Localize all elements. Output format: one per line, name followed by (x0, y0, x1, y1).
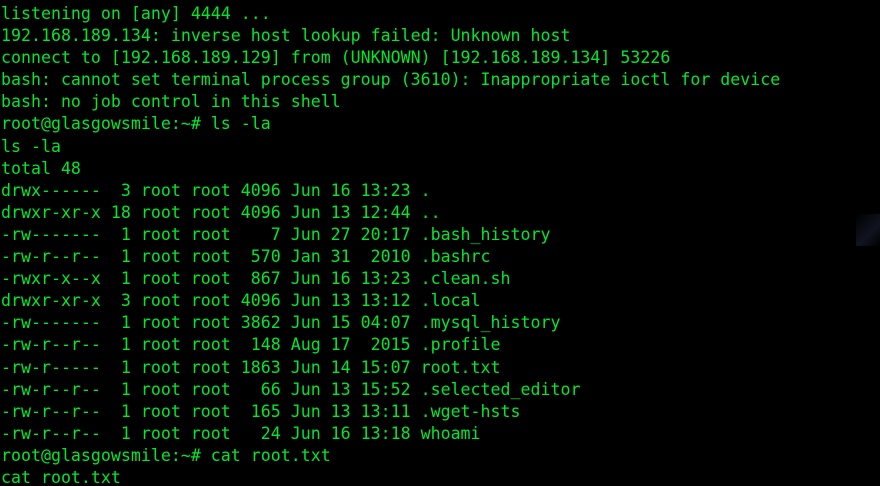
directory-listing-row: drwxr-xr-x 3 root root 4096 Jun 13 13:12… (1, 291, 481, 311)
directory-listing-row: -rw------- 1 root root 7 Jun 27 20:17 .b… (1, 224, 551, 244)
terminal-output: listening on [any] 4444 ... 192.168.189.… (1, 3, 780, 486)
background-decoration (856, 214, 880, 246)
directory-listing-row: -rw-r--r-- 1 root root 165 Jun 13 13:11 … (1, 401, 521, 421)
directory-listing-row: drwx------ 3 root root 4096 Jun 16 13:23… (1, 180, 431, 200)
terminal-line: bash: no job control in this shell (1, 92, 341, 112)
directory-listing-row: -rw-r--r-- 1 root root 24 Jun 16 13:18 w… (1, 423, 481, 443)
directory-listing-row: -rw-r----- 1 root root 1863 Jun 14 15:07… (1, 357, 501, 377)
terminal-line: total 48 (1, 158, 81, 178)
terminal-line: listening on [any] 4444 ... (1, 4, 271, 23)
directory-listing-row: -rw-r--r-- 1 root root 148 Aug 17 2015 .… (1, 335, 501, 355)
terminal-line: bash: cannot set terminal process group … (1, 70, 781, 90)
directory-listing-row: -rw-r--r-- 1 root root 66 Jun 13 15:52 .… (1, 379, 581, 399)
terminal-line: cat root.txt (1, 467, 121, 486)
terminal-line: ls -la (1, 136, 61, 156)
prompt-line: root@glasgowsmile:~# cat root.txt (1, 445, 331, 465)
prompt-line: root@glasgowsmile:~# ls -la (1, 114, 271, 134)
directory-listing-row: -rwxr-x--x 1 root root 867 Jun 16 13:23 … (1, 269, 511, 289)
directory-listing-row: drwxr-xr-x 18 root root 4096 Jun 13 12:4… (1, 202, 441, 222)
directory-listing-row: -rw------- 1 root root 3862 Jun 15 04:07… (1, 313, 561, 333)
terminal-line: 192.168.189.134: inverse host lookup fai… (1, 26, 571, 46)
terminal-window[interactable]: listening on [any] 4444 ... 192.168.189.… (0, 0, 880, 486)
directory-listing-row: -rw-r--r-- 1 root root 570 Jan 31 2010 .… (1, 247, 491, 267)
terminal-line: connect to [192.168.189.129] from (UNKNO… (1, 48, 671, 68)
